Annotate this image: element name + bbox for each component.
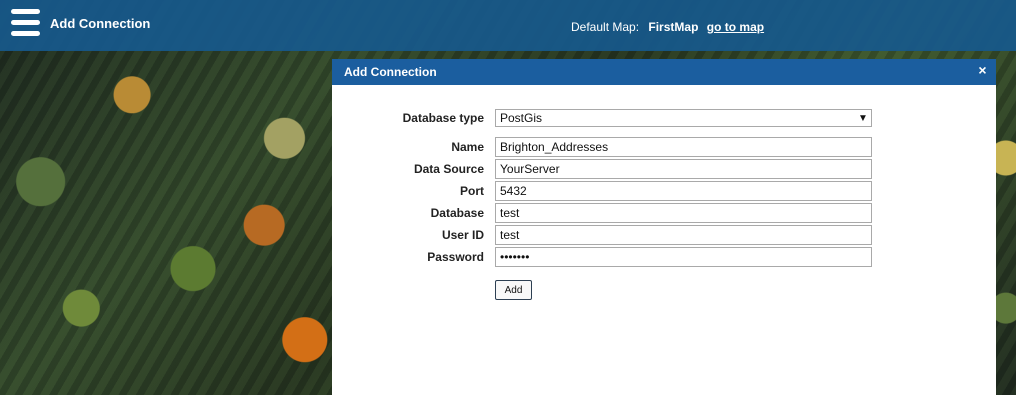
database-type-select[interactable] bbox=[495, 109, 872, 127]
top-navigation-bar: Add Connection Default Map: FirstMap go … bbox=[0, 0, 1016, 51]
password-label: Password bbox=[427, 250, 484, 264]
user-id-label: User ID bbox=[441, 228, 484, 242]
password-field[interactable] bbox=[495, 247, 872, 267]
menu-line-1 bbox=[11, 9, 40, 14]
name-field[interactable] bbox=[495, 137, 872, 157]
port-field[interactable] bbox=[495, 181, 872, 201]
page-title: Add Connection bbox=[50, 16, 151, 31]
add-connection-dialog: Add Connection × Database type ▼ Name Da… bbox=[332, 59, 996, 395]
port-label: Port bbox=[460, 184, 484, 198]
default-map-status: Default Map: FirstMap go to map bbox=[571, 20, 764, 34]
user-id-field[interactable] bbox=[495, 225, 872, 245]
database-label: Database bbox=[430, 206, 484, 220]
menu-line-2 bbox=[11, 20, 40, 25]
default-map-name: FirstMap bbox=[648, 20, 699, 34]
name-label: Name bbox=[451, 140, 484, 154]
menu-line-3 bbox=[11, 31, 40, 36]
default-map-label: Default Map: bbox=[571, 20, 640, 34]
database-field[interactable] bbox=[495, 203, 872, 223]
add-button[interactable]: Add bbox=[495, 280, 532, 300]
dialog-title: Add Connection bbox=[344, 65, 437, 79]
go-to-map-link[interactable]: go to map bbox=[707, 20, 764, 34]
close-icon[interactable]: × bbox=[976, 63, 989, 77]
data-source-label: Data Source bbox=[413, 162, 484, 176]
database-type-label: Database type bbox=[402, 111, 484, 125]
data-source-field[interactable] bbox=[495, 159, 872, 179]
hamburger-menu-icon[interactable] bbox=[11, 9, 40, 40]
dialog-header: Add Connection × bbox=[332, 59, 996, 85]
